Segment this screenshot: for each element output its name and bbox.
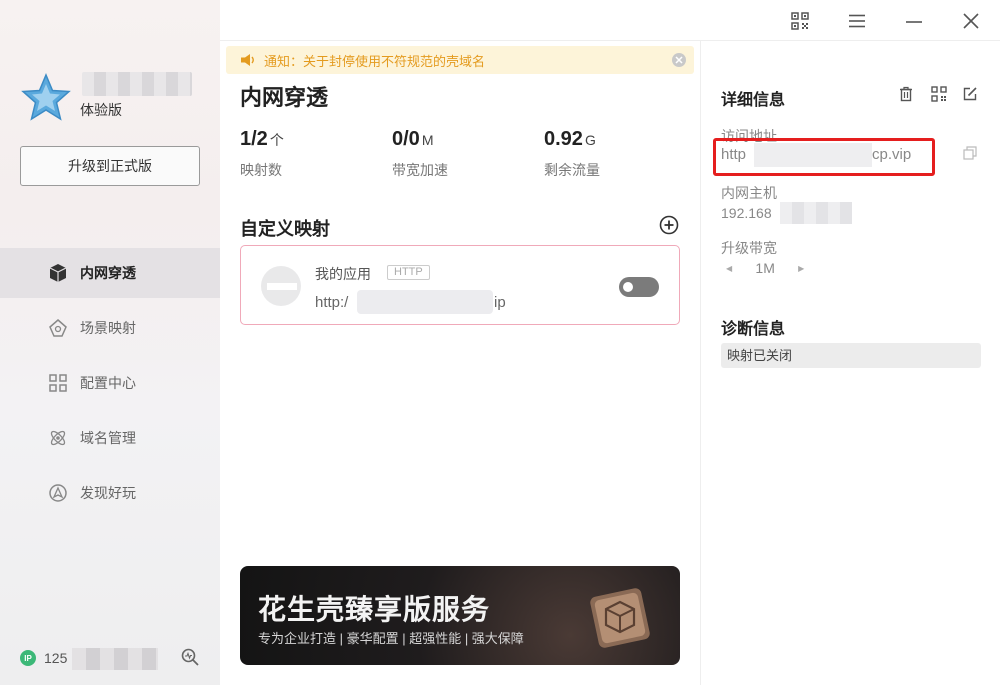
username-redacted [82,72,192,96]
minimize-icon[interactable] [903,10,925,32]
atom-icon [47,427,69,449]
bandwidth-stepper[interactable]: ◀ 1M ▶ [726,260,804,276]
ip-redacted [72,648,158,670]
stat-label: 剩余流量 [544,162,600,178]
upgrade-bandwidth-label: 升级带宽 [721,240,777,256]
qr-code-icon[interactable] [789,10,811,32]
mapping-url-prefix[interactable]: http:/ [315,294,348,311]
close-icon[interactable] [960,10,982,32]
user-tier: 体验版 [80,102,122,118]
protocol-tag: HTTP [387,265,430,280]
bandwidth-value: 1M [755,260,775,276]
stat-label: 带宽加速 [392,162,448,178]
sidebar-item-config[interactable]: 配置中心 [0,358,220,408]
notice-banner[interactable]: 通知：关于封停使用不符规范的壳域名 [226,46,694,74]
star-avatar-icon[interactable] [20,72,72,124]
grid-icon [47,372,69,394]
sidebar-item-label: 配置中心 [80,375,136,391]
stat-value: 0.92 [544,128,583,150]
stat-mappings: 1/2 个 映射数 [240,128,284,178]
intranet-host-value: 192.168 [721,205,772,221]
compass-icon [47,482,69,504]
stat-unit: G [584,132,596,148]
promo-subtitle: 专为企业打造 | 豪华配置 | 超强性能 | 强大保障 [258,631,524,646]
panel-divider [700,40,701,685]
intranet-host-label: 内网主机 [721,185,777,201]
mapping-url-suffix[interactable]: ip [494,294,506,311]
sidebar: 体验版 升级到正式版 内网穿透 场景映射 配置中心 域名管理 发现好玩 IP 1… [0,0,220,685]
edit-icon[interactable] [962,86,978,102]
app-logo-icon [261,266,301,306]
sidebar-item-label: 场景映射 [80,320,136,336]
public-ip: 125 [44,650,68,666]
qr-code-icon[interactable] [931,86,947,102]
trash-icon[interactable] [898,86,914,102]
cube-icon [47,262,69,284]
sidebar-item-discover[interactable]: 发现好玩 [0,468,220,518]
sidebar-item-scene[interactable]: 场景映射 [0,303,220,353]
stat-label: 映射数 [240,162,282,178]
menu-icon[interactable] [846,10,868,32]
sidebar-item-intranet[interactable]: 内网穿透 [0,248,220,298]
section-title: 自定义映射 [240,219,330,239]
mapping-card[interactable]: 我的应用 HTTP http:/ ip [240,245,680,325]
diagnosis-status: 映射已关闭 [721,343,981,368]
promo-title: 花生壳臻享版服务 [258,594,491,625]
host-redacted [780,202,852,224]
cube-emblem-icon [590,588,650,648]
details-title: 详细信息 [721,92,786,109]
upgrade-button[interactable]: 升级到正式版 [20,146,200,186]
mapping-name: 我的应用 [315,266,371,282]
stat-traffic: 0.92 G 剩余流量 [544,128,600,178]
sidebar-nav: 内网穿透 场景映射 配置中心 域名管理 发现好玩 [0,248,220,523]
stat-value: 0/0 [392,128,420,150]
sidebar-item-domain[interactable]: 域名管理 [0,413,220,463]
sidebar-item-label: 内网穿透 [80,265,136,281]
promo-banner[interactable]: 花生壳臻享版服务 专为企业打造 | 豪华配置 | 超强性能 | 强大保障 [240,566,680,665]
add-mapping-icon[interactable] [659,215,679,235]
url-redacted [357,290,493,314]
top-divider [220,40,1000,41]
stat-unit: 个 [269,132,284,148]
diagnose-icon[interactable] [180,647,200,667]
sidebar-item-label: 发现好玩 [80,485,136,501]
page-title: 内网穿透 [240,85,329,110]
sidebar-item-label: 域名管理 [80,430,136,446]
notice-close-icon[interactable] [672,53,686,67]
diagnosis-title: 诊断信息 [721,321,786,338]
increase-arrow-icon[interactable]: ▶ [798,264,804,273]
stat-value: 1/2 [240,128,268,150]
notice-text: 通知：关于封停使用不符规范的壳域名 [264,53,486,69]
toggle-knob [623,282,633,292]
stat-bandwidth: 0/0 M 带宽加速 [392,128,448,178]
scene-icon [47,317,69,339]
mapping-toggle[interactable] [619,277,659,297]
highlight-box [713,138,935,176]
speaker-icon [240,53,256,67]
ip-badge: IP [20,650,36,666]
copy-icon[interactable] [963,146,977,160]
stat-unit: M [421,132,434,148]
